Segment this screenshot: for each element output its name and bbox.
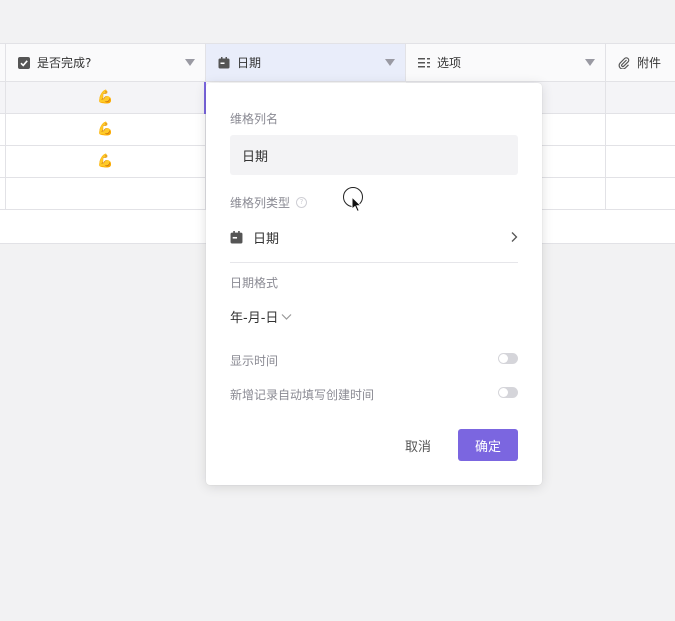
show-time-toggle[interactable]: [498, 353, 518, 364]
column-header-done[interactable]: 是否完成?: [6, 44, 206, 82]
toolbar-area: [0, 0, 675, 44]
column-header-label: 是否完成?: [37, 56, 92, 70]
column-name-label: 维格列名: [230, 112, 279, 126]
cancel-button[interactable]: 取消: [392, 429, 444, 461]
column-header-options[interactable]: 选项: [406, 44, 606, 82]
chevron-right-icon: [510, 231, 518, 243]
table-cell-done[interactable]: 💪: [6, 146, 206, 178]
column-settings-panel: 维格列名 维格列类型 ? 日期 日期格式 年-月-日 显示时间 新增记录自动填写…: [206, 83, 542, 485]
mouse-pointer-icon: [351, 196, 362, 213]
auto-fill-label: 新增记录自动填写创建时间: [230, 388, 375, 402]
emoji-value: 💪: [97, 154, 114, 169]
column-menu-arrow-icon[interactable]: [585, 59, 595, 66]
column-header-label: 附件: [637, 56, 662, 70]
table-cell-done[interactable]: 💪: [6, 82, 206, 114]
calendar-icon: [230, 230, 243, 244]
table-cell-done[interactable]: 💪: [6, 114, 206, 146]
help-icon[interactable]: ?: [296, 197, 308, 208]
column-menu-arrow-icon[interactable]: [385, 59, 395, 66]
date-format-select[interactable]: 年-月-日: [230, 307, 292, 326]
paperclip-icon: [618, 56, 630, 69]
column-header-label: 选项: [437, 56, 462, 70]
column-type-selector[interactable]: 日期: [230, 223, 518, 251]
table-cell-done[interactable]: [6, 178, 206, 210]
table-cell-attachment[interactable]: [606, 82, 675, 114]
column-menu-arrow-icon[interactable]: [185, 59, 195, 66]
emoji-value: 💪: [97, 122, 114, 137]
confirm-button[interactable]: 确定: [458, 429, 518, 461]
column-header-attachment[interactable]: 附件: [606, 44, 675, 82]
column-type-value: 日期: [253, 231, 280, 247]
table-cell-attachment[interactable]: [606, 178, 675, 210]
calendar-icon: [218, 56, 230, 69]
show-time-label: 显示时间: [230, 354, 279, 368]
checkbox-icon: [18, 56, 30, 69]
date-format-value: 年-月-日: [230, 311, 279, 326]
table-cell-attachment[interactable]: [606, 146, 675, 178]
column-type-label-wrap: 维格列类型 ?: [230, 194, 308, 211]
date-format-label: 日期格式: [230, 276, 279, 290]
table-cell-attachment[interactable]: [606, 114, 675, 146]
divider: [230, 262, 518, 263]
chevron-down-icon: [281, 313, 292, 321]
column-header-date[interactable]: 日期: [206, 44, 406, 82]
column-type-label: 维格列类型: [230, 196, 291, 210]
emoji-value: 💪: [97, 90, 114, 105]
list-icon: [418, 57, 430, 69]
column-name-input[interactable]: [230, 135, 518, 175]
auto-fill-toggle[interactable]: [498, 387, 518, 398]
column-header-label: 日期: [237, 56, 262, 70]
